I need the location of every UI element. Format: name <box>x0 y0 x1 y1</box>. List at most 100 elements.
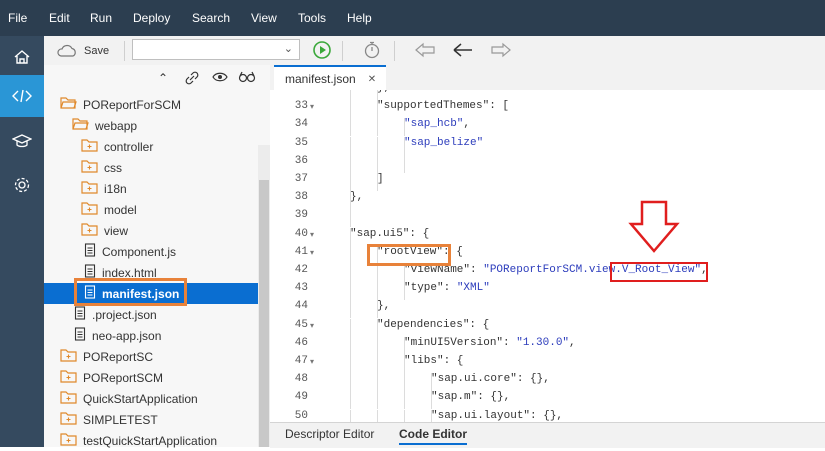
code-line: 46 "minUI5Version": "1.30.0", <box>270 336 825 355</box>
tree-folder-item[interactable]: testQuickStartApplication <box>44 430 274 451</box>
tab-descriptor-editor[interactable]: Descriptor Editor <box>285 427 374 441</box>
stopwatch-icon <box>364 41 380 59</box>
code-text: "sap.ui.layout": {}, <box>431 410 563 422</box>
tree-folder-item[interactable]: SIMPLETEST <box>44 409 274 430</box>
line-number: 42 <box>294 264 308 276</box>
annotation-box-rootview <box>367 244 451 266</box>
indent-guide <box>350 336 351 355</box>
tree-file-item[interactable]: neo-app.json <box>44 325 288 346</box>
line-number: 48 <box>294 373 308 386</box>
menu-run[interactable]: Run <box>90 11 112 25</box>
code-icon[interactable] <box>0 75 44 117</box>
menu-file[interactable]: File <box>8 11 27 25</box>
indent-guide <box>377 409 378 422</box>
menu-search[interactable]: Search <box>192 11 230 25</box>
forward-button[interactable] <box>490 42 512 58</box>
code-string: "XML" <box>456 282 490 295</box>
line-number: 49 <box>294 391 308 404</box>
close-icon[interactable]: ✕ <box>368 74 376 85</box>
explorer-scrollbar-thumb[interactable] <box>259 180 269 447</box>
tree-item-label: neo-app.json <box>92 328 162 343</box>
indent-guide <box>377 154 378 173</box>
menu-view[interactable]: View <box>251 11 277 25</box>
code-line: 48 "sap.ui.core": {}, <box>270 373 825 392</box>
file-icon <box>84 243 96 260</box>
tab-manifest-json[interactable]: manifest.json ✕ <box>274 65 386 91</box>
indent-guide <box>350 318 351 337</box>
indent-guide <box>377 264 378 282</box>
eye-icon[interactable] <box>212 71 228 86</box>
indent-guide <box>350 209 351 228</box>
fold-toggle-icon[interactable]: ▾ <box>310 102 314 112</box>
code-line: 41 ▾ "rootView": { <box>270 245 825 264</box>
toolbar-separator <box>342 41 343 61</box>
tree-folder-item[interactable]: webapp <box>44 115 286 136</box>
indent-guide <box>350 282 351 301</box>
indent-guide <box>350 391 351 410</box>
fold-toggle-icon[interactable]: ▾ <box>310 321 314 331</box>
learning-center-icon[interactable] <box>0 120 44 162</box>
tree-file-item[interactable]: .project.json <box>44 304 288 325</box>
tree-folder-item[interactable]: POReportSCM <box>44 367 274 388</box>
arrow-left-icon <box>453 43 472 57</box>
menu-edit[interactable]: Edit <box>49 11 70 25</box>
code-token: "minUI5Version": <box>404 336 517 349</box>
line-number: 32 <box>270 90 308 94</box>
indent-guide <box>350 227 351 246</box>
indent-guide <box>404 154 405 173</box>
fold-toggle-icon[interactable]: ▾ <box>310 357 314 367</box>
code-token: "libs": { <box>404 355 464 367</box>
line-number: 41 <box>294 245 308 258</box>
menu-help[interactable]: Help <box>347 11 372 25</box>
glasses-icon[interactable] <box>238 71 256 86</box>
fold-toggle-icon[interactable]: ▾ <box>310 248 314 258</box>
code-token: }, <box>377 300 391 313</box>
indent-guide <box>350 373 351 392</box>
back-button[interactable] <box>452 42 474 58</box>
tree-folder-item[interactable]: POReportSC <box>44 346 274 367</box>
tab-code-editor[interactable]: Code Editor <box>399 427 467 445</box>
indent-guide <box>377 373 378 392</box>
back-to-last-edit-button[interactable] <box>414 42 436 58</box>
collapse-all-icon[interactable]: ⌃ <box>158 71 168 85</box>
indent-guide <box>377 318 378 337</box>
code-text: "supportedThemes": [ <box>377 100 509 112</box>
indent-guide <box>350 245 351 264</box>
code-text: "libs": { <box>404 355 463 367</box>
indent-guide <box>377 173 378 191</box>
tree-item-label: model <box>104 202 137 217</box>
indent-guide <box>377 355 378 373</box>
fold-toggle-icon[interactable]: ▾ <box>310 230 314 240</box>
tree-item-label: view <box>104 223 129 238</box>
code-line: 50 "sap.ui.layout": {}, <box>270 409 825 422</box>
code-editor[interactable]: 32},33▾"supportedThemes": [34"sap_hcb",3… <box>270 90 825 422</box>
indent-guide <box>377 90 378 100</box>
code-line: 37] <box>270 173 825 191</box>
tree-folder-item[interactable]: QuickStartApplication <box>44 388 274 409</box>
line-number: 39 <box>294 209 308 222</box>
arrow-left-outline-icon <box>415 42 435 58</box>
link-icon[interactable] <box>185 71 199 88</box>
code-line: 35 "sap_belize" <box>270 136 825 155</box>
gear-icon[interactable] <box>0 164 44 206</box>
menu-deploy[interactable]: Deploy <box>133 11 170 25</box>
folder-icon <box>60 369 77 386</box>
code-line: 49 "sap.m": {}, <box>270 391 825 410</box>
tree-folder-item[interactable]: POReportForSCM <box>44 94 274 115</box>
menu-tools[interactable]: Tools <box>298 11 326 25</box>
run-button[interactable] <box>312 40 332 60</box>
code-text: "sap.ui5": { <box>350 228 429 240</box>
line-number: 47 <box>294 355 308 367</box>
indent-guide <box>404 391 405 410</box>
line-number: 35 <box>294 136 308 149</box>
save-button[interactable]: Save <box>56 41 109 61</box>
indent-guide <box>377 118 378 137</box>
folder-icon <box>81 159 98 176</box>
run-configuration-select[interactable]: ⌄ <box>132 39 300 60</box>
indent-guide <box>350 100 351 119</box>
home-icon[interactable] <box>0 36 44 78</box>
code-token: "sap.ui.core": {}, <box>431 373 550 386</box>
tree-item-label: SIMPLETEST <box>83 412 158 427</box>
line-number: 40 <box>294 227 308 240</box>
stopwatch-button[interactable] <box>362 40 382 60</box>
